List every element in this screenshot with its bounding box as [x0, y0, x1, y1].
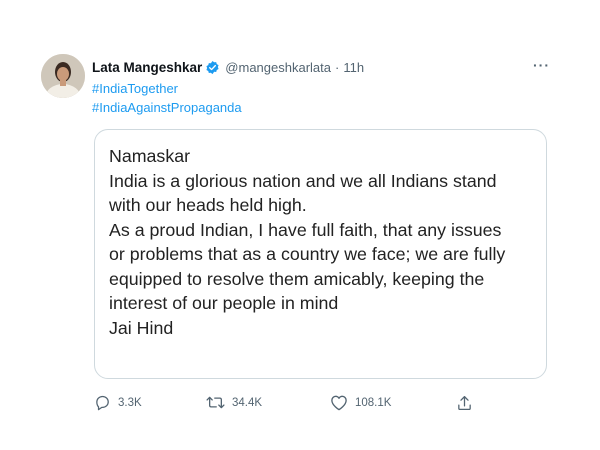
like-button[interactable]: 108.1K	[330, 394, 391, 411]
avatar-image	[41, 54, 85, 98]
hashtag-link[interactable]: #IndiaAgainstPropaganda	[92, 98, 242, 117]
verified-badge-icon	[205, 60, 220, 75]
tweet-actions: 3.3K 34.4K 108.1K	[94, 394, 534, 416]
author-name[interactable]: Lata Mangeshkar	[92, 60, 202, 75]
hashtag-link[interactable]: #IndiaTogether	[92, 79, 242, 98]
retweet-count: 34.4K	[232, 396, 263, 409]
image-text-line: with our heads held high.	[109, 195, 307, 215]
image-text-line: or problems that as a country we face; w…	[109, 244, 506, 264]
tweet[interactable]: Lata Mangeshkar @mangeshkarlata · 11h ··…	[28, 38, 568, 428]
separator-dot: ·	[335, 59, 340, 75]
author-handle[interactable]: @mangeshkarlata	[225, 60, 331, 75]
retweet-icon	[206, 396, 225, 409]
reply-count: 3.3K	[118, 396, 142, 409]
image-text-line: interest of our people in mind	[109, 293, 339, 313]
reply-icon	[96, 395, 109, 411]
image-text-line: Jai Hind	[109, 317, 174, 338]
image-text-line: Namaskar	[109, 146, 191, 166]
like-count: 108.1K	[355, 396, 392, 409]
tweet-header: Lata Mangeshkar @mangeshkarlata · 11h ··…	[92, 57, 568, 77]
avatar[interactable]	[41, 54, 85, 98]
tweet-text: #IndiaTogether #IndiaAgainstPropaganda	[92, 79, 242, 117]
reply-button[interactable]: 3.3K	[94, 394, 142, 411]
tweet-image-card[interactable]: Namaskar India is a glorious nation and …	[94, 129, 547, 379]
share-button[interactable]	[456, 394, 480, 412]
retweet-button[interactable]: 34.4K	[206, 394, 262, 411]
heart-icon	[331, 395, 347, 411]
tweet-timestamp[interactable]: 11h	[343, 60, 364, 75]
image-text-line: equipped to resolve them amicably, keepi…	[109, 268, 485, 289]
share-icon	[458, 395, 471, 411]
more-horizontal-icon[interactable]: ···	[533, 57, 550, 73]
image-text-line: As a proud Indian, I have full faith, th…	[109, 219, 502, 240]
image-text-line: India is a glorious nation and we all In…	[109, 170, 497, 191]
